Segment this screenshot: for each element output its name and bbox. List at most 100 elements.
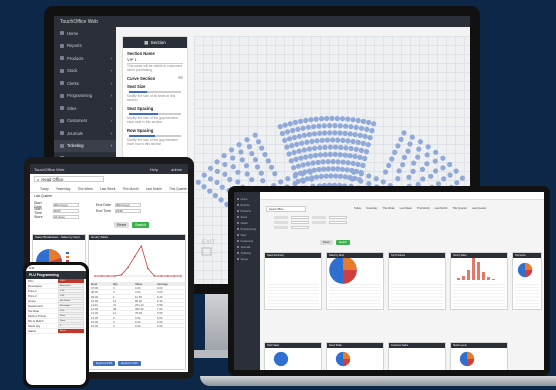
seat[interactable] <box>350 138 356 145</box>
seat[interactable] <box>313 116 319 122</box>
seat[interactable] <box>453 168 459 174</box>
seat[interactable] <box>395 176 401 182</box>
seat[interactable] <box>239 157 245 163</box>
seat[interactable] <box>295 163 301 169</box>
seat[interactable] <box>268 164 275 170</box>
sidebar-item-customers[interactable]: Customers › <box>54 115 116 128</box>
seat[interactable] <box>279 130 285 137</box>
seat[interactable] <box>410 168 416 174</box>
sidebar-item-stock[interactable]: Stock › <box>54 65 116 78</box>
seat[interactable] <box>300 125 306 131</box>
seat[interactable] <box>300 162 306 168</box>
seat[interactable] <box>337 123 343 129</box>
seat[interactable] <box>343 123 349 129</box>
seat[interactable] <box>306 131 312 138</box>
seat[interactable] <box>342 174 348 180</box>
tab-this-month[interactable]: This Month <box>122 187 138 191</box>
seat[interactable] <box>258 170 264 176</box>
laptop-site-select[interactable]: Head Office <box>266 206 306 212</box>
seat[interactable] <box>230 164 236 170</box>
seat[interactable] <box>235 179 241 185</box>
end-time-input[interactable]: 23:59 <box>115 209 141 213</box>
seat[interactable] <box>358 178 364 184</box>
seat[interactable] <box>343 145 349 151</box>
seat[interactable] <box>355 139 361 145</box>
seat[interactable] <box>298 118 304 124</box>
seat[interactable] <box>351 169 357 175</box>
seat[interactable] <box>323 173 329 179</box>
laptop-sidebar-item[interactable]: Venue <box>234 256 260 262</box>
seat[interactable] <box>360 118 366 124</box>
seat[interactable] <box>347 131 353 137</box>
seat[interactable] <box>424 161 430 167</box>
seat[interactable] <box>311 131 318 137</box>
seat[interactable] <box>301 132 307 138</box>
seat[interactable] <box>425 144 431 150</box>
seat[interactable] <box>315 159 321 165</box>
sidebar-item-sites[interactable]: Sites › <box>54 102 116 115</box>
seat[interactable] <box>355 117 361 124</box>
seat[interactable] <box>214 179 220 185</box>
laptop-tab[interactable]: This Week <box>382 207 394 210</box>
row-spacing-slider[interactable] <box>129 134 181 137</box>
laptop-tab[interactable]: Today <box>354 207 361 210</box>
seat[interactable] <box>454 180 460 186</box>
tab-last-week[interactable]: Last Week <box>100 187 116 191</box>
sidebar-item-products[interactable]: Products › <box>54 52 116 65</box>
seat[interactable] <box>364 126 370 132</box>
seat[interactable] <box>314 138 320 144</box>
seat[interactable] <box>285 176 291 182</box>
seat[interactable] <box>344 167 350 173</box>
seat[interactable] <box>369 128 375 134</box>
tab-this-quarter[interactable]: This Quarter <box>169 187 187 191</box>
seat[interactable] <box>340 159 346 165</box>
seat[interactable] <box>348 124 354 130</box>
end-date-input[interactable]: dd/mm/yyyy <box>115 203 141 207</box>
seat[interactable] <box>389 156 395 162</box>
sidebar-item-home[interactable]: Home <box>54 27 116 40</box>
laptop-search-button[interactable]: Search <box>335 240 350 245</box>
seat[interactable] <box>320 159 326 165</box>
laptop-tab[interactable]: Yesterday <box>366 207 377 210</box>
seat[interactable] <box>300 178 306 184</box>
seat[interactable] <box>319 137 325 143</box>
seat[interactable] <box>401 130 407 136</box>
seat[interactable] <box>286 136 293 142</box>
seat[interactable] <box>291 149 297 156</box>
seat[interactable] <box>244 171 250 177</box>
store-select[interactable]: All stores <box>53 215 79 219</box>
seat[interactable] <box>325 159 331 165</box>
sidebar-item-clerks[interactable]: Clerks › <box>54 77 116 90</box>
seat[interactable] <box>355 161 361 167</box>
seat[interactable] <box>353 146 359 152</box>
seat[interactable] <box>440 165 446 171</box>
curve-toggle[interactable] <box>178 75 183 79</box>
seat[interactable] <box>335 159 341 165</box>
seat-size-slider[interactable] <box>129 90 181 93</box>
seat[interactable] <box>358 125 365 131</box>
reset-button[interactable]: Reset <box>114 222 130 228</box>
seat[interactable] <box>348 145 354 152</box>
seat[interactable] <box>447 172 453 178</box>
seat[interactable] <box>395 143 401 149</box>
seat[interactable] <box>392 149 398 155</box>
seat[interactable] <box>433 149 439 155</box>
seat[interactable] <box>386 162 392 169</box>
seat[interactable] <box>227 176 233 183</box>
seat[interactable] <box>282 137 288 143</box>
seat[interactable] <box>316 123 322 129</box>
seat[interactable] <box>201 172 207 178</box>
seat[interactable] <box>316 166 322 173</box>
field-input[interactable]: Hot Drinks <box>58 299 84 303</box>
tab-this-week[interactable]: This Week <box>77 187 93 191</box>
seat[interactable] <box>365 142 371 148</box>
seat[interactable] <box>252 157 259 163</box>
sidebar-item-programming[interactable]: Programming › <box>54 90 116 103</box>
seat[interactable] <box>207 176 214 182</box>
seat[interactable] <box>400 162 406 168</box>
seat[interactable] <box>318 173 324 180</box>
seat[interactable] <box>406 174 412 180</box>
sidebar-item-reports[interactable]: Reports <box>54 40 116 53</box>
seat[interactable] <box>321 166 327 172</box>
help-link[interactable]: Help <box>150 167 158 172</box>
